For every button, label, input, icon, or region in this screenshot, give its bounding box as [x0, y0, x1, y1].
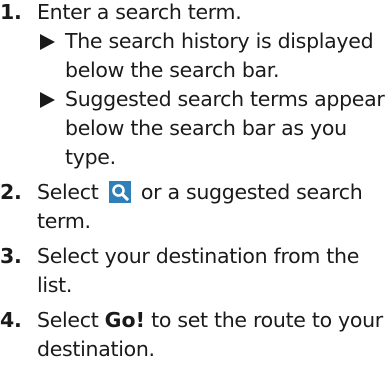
step-number: 2. [0, 180, 22, 204]
step-2: 2. Select or a suggested search term. [0, 178, 386, 236]
subpoint-text: Suggested search terms appear below the … [65, 87, 385, 169]
subpoint: Suggested search terms appear below the … [37, 85, 386, 172]
step-text-before-button: Select [37, 308, 99, 332]
step-text: Select your destination from the list. [37, 244, 360, 297]
subpoint: The search history is displayed below th… [37, 27, 386, 85]
triangle-right-icon [40, 92, 55, 108]
step-1-subpoints: The search history is displayed below th… [37, 27, 386, 172]
step-text-before-icon: Select [37, 180, 105, 204]
step-number: 1. [0, 0, 22, 24]
triangle-right-icon [40, 34, 55, 50]
subpoint-text: The search history is displayed below th… [65, 29, 374, 82]
go-button-label: Go! [104, 308, 145, 332]
search-icon [108, 181, 131, 203]
step-number: 3. [0, 244, 22, 268]
step-1: 1. Enter a search term. The search histo… [0, 0, 386, 172]
step-number: 4. [0, 308, 22, 332]
instruction-list: 1. Enter a search term. The search histo… [0, 0, 386, 370]
step-text: Enter a search term. [37, 0, 242, 24]
step-4: 4. Select Go! to set the route to your d… [0, 306, 386, 364]
step-3: 3. Select your destination from the list… [0, 242, 386, 300]
